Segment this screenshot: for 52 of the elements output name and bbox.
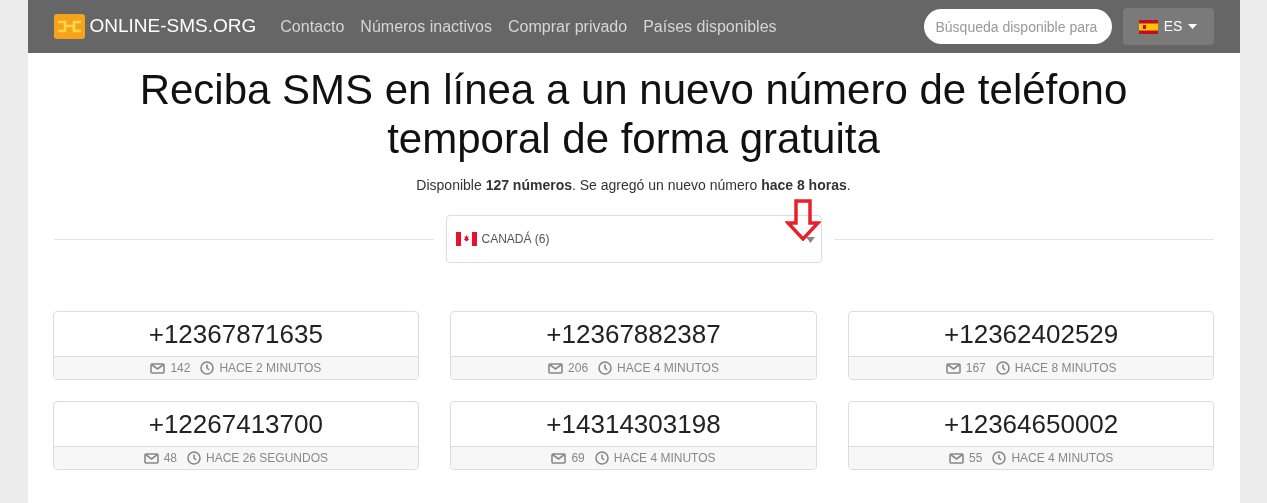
message-count: 55 (969, 450, 983, 467)
mail-icon (548, 362, 564, 374)
mail-icon (551, 452, 567, 464)
nav-link[interactable]: Países disponibles (643, 14, 777, 39)
mail-icon (143, 452, 159, 464)
flag-icon (1138, 19, 1158, 34)
annotation-arrow-icon (784, 199, 821, 241)
brand-link[interactable]: ONLINE-SMS.ORG (89, 12, 257, 41)
message-count: 69 (571, 450, 585, 467)
mail-icon (945, 362, 961, 374)
mail-icon (949, 452, 965, 464)
flag-icon (455, 232, 477, 246)
clock-icon (187, 451, 201, 465)
last-received-time: HACE 4 MINUTOS (1011, 450, 1114, 467)
mail-icon (150, 362, 166, 374)
number-card[interactable]: +12367882387 206 HACE 4 MINUTOS (450, 311, 817, 380)
phone-number: +12362402529 (943, 317, 1120, 351)
phone-number: +14314303198 (545, 407, 722, 441)
nav-link[interactable]: Comprar privado (507, 14, 628, 39)
message-count: 142 (170, 360, 191, 377)
clock-icon (594, 451, 609, 465)
phone-number: +12367882387 (545, 317, 722, 351)
last-received-time: HACE 4 MINUTOS (617, 360, 719, 377)
language-button[interactable]: ES (1122, 8, 1214, 45)
clock-icon (200, 361, 215, 375)
number-card[interactable]: +12267413700 48 HACE 26 SEGUNDOS (52, 401, 420, 470)
phone-number: +12367871635 (147, 317, 324, 351)
country-select[interactable]: CANADÁ (6) (445, 215, 822, 263)
number-card[interactable]: +12367871635 142 HACE 2 MINUTOS (52, 311, 420, 380)
nav-link[interactable]: Contacto (280, 14, 345, 39)
last-received-time: HACE 2 MINUTOS (219, 360, 322, 377)
message-count: 206 (568, 360, 589, 377)
clock-icon (992, 451, 1007, 465)
phone-number: +12267413700 (147, 407, 324, 441)
nav-link[interactable]: Números inactivos (360, 14, 492, 39)
phone-number: +12364650002 (943, 407, 1120, 441)
message-count: 167 (965, 360, 986, 377)
message-count: 48 (163, 450, 177, 467)
number-card[interactable]: +14314303198 69 HACE 4 MINUTOS (450, 401, 817, 470)
logo-icon (53, 14, 85, 39)
number-card[interactable]: +12364650002 55 HACE 4 MINUTOS (847, 401, 1215, 470)
last-received-time: HACE 8 MINUTOS (1014, 360, 1117, 377)
subtitle: Disponible 127 números. Se agregó un nuevo número hace 8 horas. (415, 176, 852, 195)
dropdown-caret-icon (805, 237, 815, 243)
search-field[interactable]: Búsqueda disponible para (923, 9, 1112, 44)
clock-icon (598, 361, 613, 375)
last-received-time: HACE 4 MINUTOS (613, 450, 716, 467)
number-card[interactable]: +12362402529 167 HACE 8 MINUTOS (847, 311, 1215, 380)
last-received-time: HACE 26 SEGUNDOS (206, 450, 329, 467)
caret-icon (1188, 24, 1198, 29)
page-heading: Reciba SMS en línea a un nuevo número de teléfono temporal de forma gratuita (138, 65, 1129, 163)
clock-icon (995, 361, 1010, 375)
